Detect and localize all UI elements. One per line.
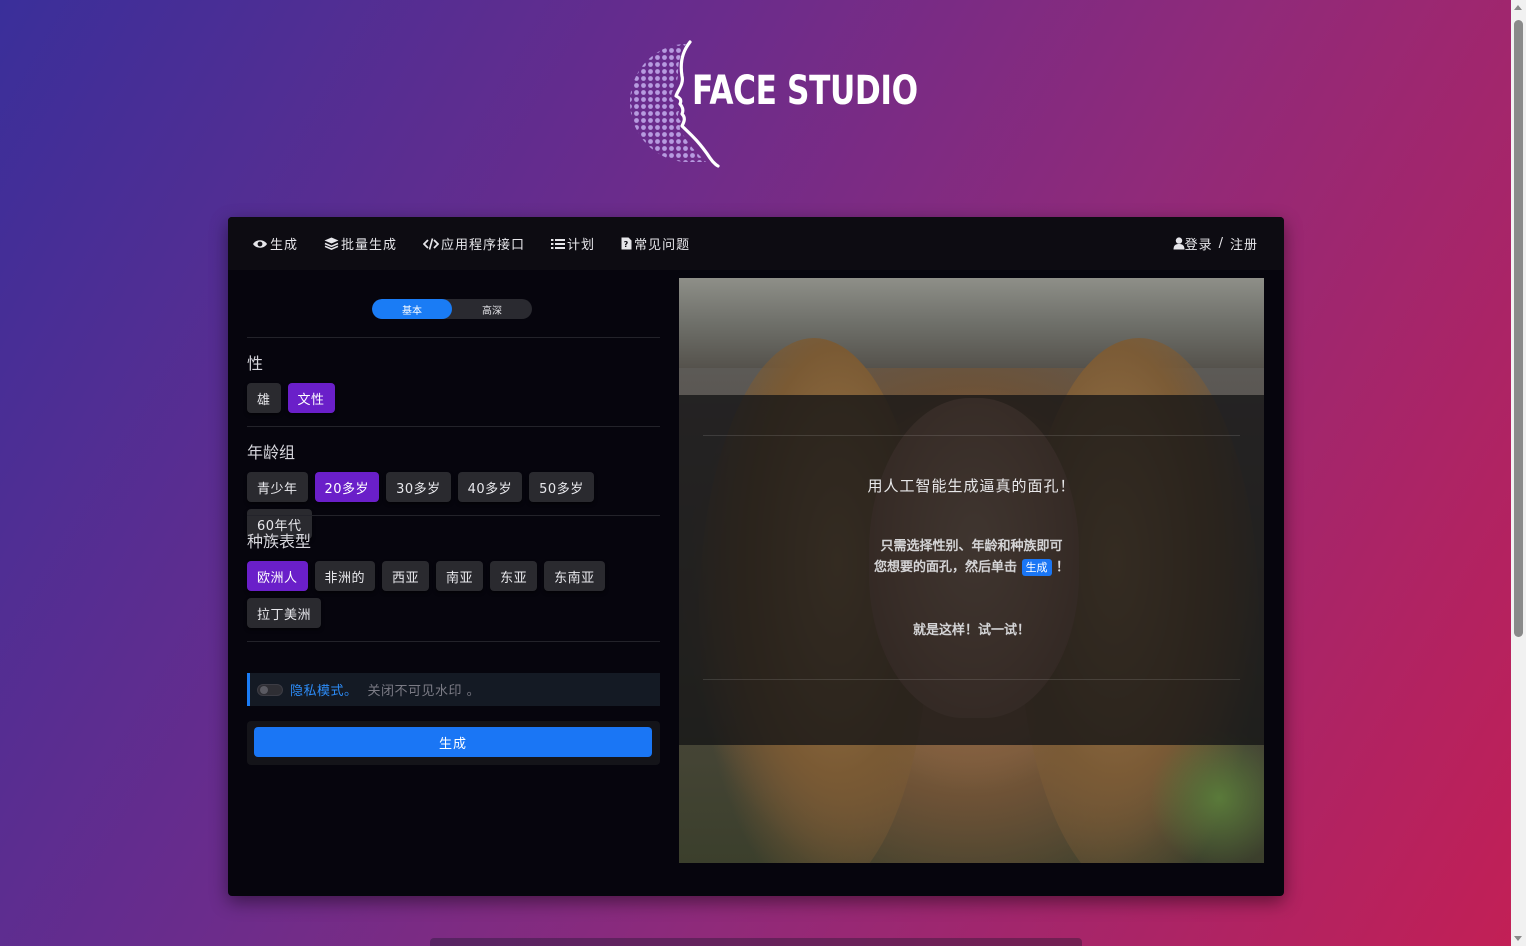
age-option-30s[interactable]: 30多岁 bbox=[386, 472, 451, 502]
nav-generate[interactable]: 生成 bbox=[252, 234, 298, 253]
ethnicity-options: 欧洲人 非洲的 西亚 南亚 东亚 东南亚 拉丁美洲 bbox=[247, 561, 660, 628]
ethnicity-option-latin-american[interactable]: 拉丁美洲 bbox=[247, 598, 322, 628]
page: FACE STUDIO 生成 批量生成 应用程序接口 计划 ? 常见问题 登录 … bbox=[0, 0, 1511, 946]
divider bbox=[247, 337, 660, 338]
ethnicity-option-east-asian[interactable]: 东亚 bbox=[490, 561, 538, 591]
auth-separator: / bbox=[1218, 236, 1224, 251]
divider bbox=[247, 515, 660, 516]
ethnicity-option-southeast-asian[interactable]: 东南亚 bbox=[544, 561, 605, 591]
eye-icon bbox=[253, 239, 267, 248]
intro-overlay: 用人工智能生成逼真的面孔！ 只需选择性别、年龄和种族即可 您想要的面孔，然后单击… bbox=[679, 395, 1264, 745]
nav-plans-label: 计划 bbox=[567, 238, 596, 253]
face-preview-image: 用人工智能生成逼真的面孔！ 只需选择性别、年龄和种族即可 您想要的面孔，然后单击… bbox=[679, 278, 1264, 863]
intro-desc-line1: 只需选择性别、年龄和种族即可 bbox=[880, 539, 1063, 554]
ethnicity-option-south-asian[interactable]: 南亚 bbox=[436, 561, 484, 591]
generate-badge: 生成 bbox=[1021, 559, 1052, 576]
login-link[interactable]: 登录 bbox=[1185, 234, 1213, 253]
page-scrollbar[interactable] bbox=[1511, 0, 1526, 946]
gender-options: 雄 文性 bbox=[247, 383, 660, 413]
divider bbox=[247, 426, 660, 427]
privacy-mode-row: 隐私模式。 关闭不可见水印 。 bbox=[247, 673, 660, 706]
question-file-icon: ? bbox=[621, 237, 632, 250]
age-option-teen[interactable]: 青少年 bbox=[247, 472, 308, 502]
mode-advanced-button[interactable]: 高深 bbox=[452, 299, 532, 319]
gender-option-female[interactable]: 文性 bbox=[287, 383, 335, 413]
ethnicity-title: 种族表型 bbox=[247, 532, 312, 551]
gender-option-male[interactable]: 雄 bbox=[247, 383, 281, 413]
nav-api-label: 应用程序接口 bbox=[441, 238, 526, 253]
nav-batch-label: 批量生成 bbox=[341, 238, 398, 253]
privacy-mode-label[interactable]: 隐私模式。 bbox=[290, 680, 358, 699]
face-studio-logo: FACE STUDIO bbox=[626, 40, 918, 168]
nav-faq-label: 常见问题 bbox=[634, 238, 691, 253]
scroll-down-arrow-icon[interactable] bbox=[1514, 936, 1522, 941]
layers-icon bbox=[324, 237, 339, 250]
logo-text: FACE STUDIO bbox=[692, 68, 918, 114]
register-link[interactable]: 注册 bbox=[1230, 234, 1258, 253]
mode-toggle: 基本 高深 bbox=[372, 299, 532, 319]
divider bbox=[247, 641, 660, 642]
scroll-up-arrow-icon[interactable] bbox=[1514, 5, 1522, 10]
privacy-toggle[interactable] bbox=[257, 683, 283, 696]
footer-edge bbox=[430, 938, 1082, 946]
age-option-50s[interactable]: 50多岁 bbox=[529, 472, 594, 502]
generate-button[interactable]: 生成 bbox=[254, 727, 652, 757]
list-icon bbox=[551, 238, 566, 249]
user-icon bbox=[1173, 237, 1185, 250]
ethnicity-option-african[interactable]: 非洲的 bbox=[314, 561, 376, 591]
ethnicity-option-european[interactable]: 欧洲人 bbox=[247, 561, 308, 591]
top-nav: 生成 批量生成 应用程序接口 计划 ? 常见问题 登录 / 注册 bbox=[228, 217, 1284, 270]
scroll-thumb[interactable] bbox=[1514, 20, 1523, 637]
generate-button-container: 生成 bbox=[247, 721, 660, 765]
privacy-mode-description: 关闭不可见水印 。 bbox=[367, 684, 481, 699]
svg-text:?: ? bbox=[624, 240, 630, 249]
ethnicity-option-west-asian[interactable]: 西亚 bbox=[382, 561, 430, 591]
age-option-20s[interactable]: 20多岁 bbox=[314, 472, 380, 502]
intro-desc-line2: 您想要的面孔，然后单击 生成 ！ bbox=[873, 559, 1070, 576]
code-icon bbox=[423, 237, 440, 250]
nav-batch-generate[interactable]: 批量生成 bbox=[324, 234, 397, 253]
auth-links: 登录 / 注册 bbox=[1173, 217, 1258, 270]
mode-basic-button[interactable]: 基本 bbox=[372, 299, 452, 319]
age-title: 年龄组 bbox=[247, 443, 296, 462]
generator-card: 生成 批量生成 应用程序接口 计划 ? 常见问题 登录 / 注册 基本 高深 性… bbox=[228, 217, 1284, 896]
intro-title: 用人工智能生成逼真的面孔！ bbox=[867, 477, 1076, 495]
gender-title: 性 bbox=[247, 354, 264, 373]
intro-closing: 就是这样！试一试！ bbox=[912, 623, 1030, 638]
age-option-40s[interactable]: 40多岁 bbox=[457, 472, 523, 502]
nav-plans[interactable]: 计划 bbox=[551, 234, 595, 253]
nav-api[interactable]: 应用程序接口 bbox=[423, 234, 525, 253]
intro-description: 只需选择性别、年龄和种族即可 您想要的面孔，然后单击 生成 ！ bbox=[679, 536, 1264, 578]
nav-faq[interactable]: ? 常见问题 bbox=[621, 234, 690, 253]
nav-generate-label: 生成 bbox=[270, 238, 299, 253]
